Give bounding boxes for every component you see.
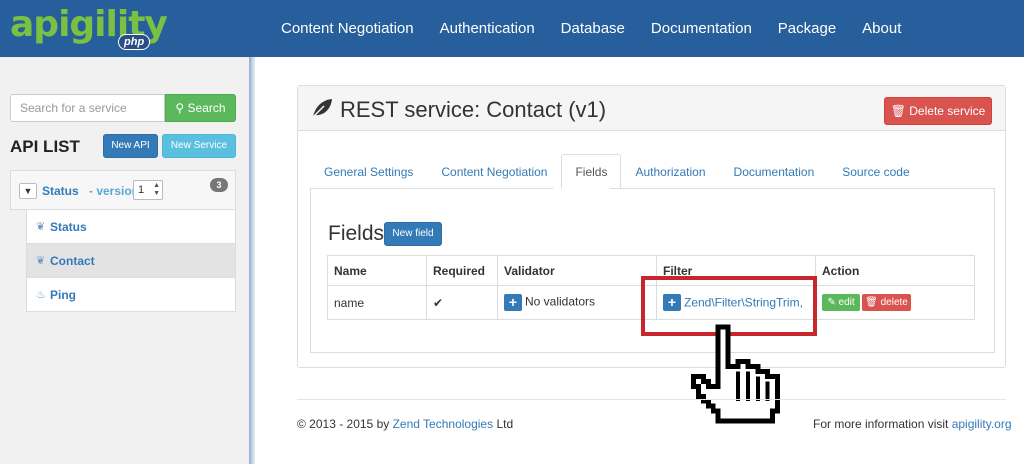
panel-header: REST service: Contact (v1) 🗑 Delete serv… [298, 86, 1005, 131]
sidebar-item-status[interactable]: ❦ Status [26, 210, 236, 244]
search-button[interactable]: ⚲ Search [165, 94, 236, 122]
tab-fields[interactable]: Fields [561, 154, 622, 189]
fields-heading: Fields [328, 222, 385, 245]
service-list: ❦ Status ❦ Contact ♨ Ping [26, 210, 236, 312]
chevron-down-icon[interactable]: ▼ [19, 183, 37, 199]
tab-authorization[interactable]: Authorization [621, 154, 719, 189]
leaf-icon: ❦ [36, 221, 46, 233]
service-tabs: General Settings Content Negotiation Fie… [310, 154, 924, 189]
delete-service-label: Delete service [909, 104, 986, 118]
zend-link[interactable]: Zend Technologies [393, 417, 494, 431]
nav-package[interactable]: Package [765, 0, 849, 57]
nav-authentication[interactable]: Authentication [427, 0, 548, 57]
search-icon: ⚲ [175, 101, 185, 115]
tab-content-negotiation[interactable]: Content Negotiation [427, 154, 561, 189]
footer-info: For more information visit apigility.org [813, 417, 1012, 431]
logo-php-badge: php [118, 34, 151, 50]
column-header-name: Name [327, 255, 427, 286]
tab-source-code[interactable]: Source code [828, 154, 923, 189]
service-count-badge: 3 [210, 178, 228, 192]
delete-field-button[interactable]: 🗑 delete [862, 294, 911, 311]
add-validator-button[interactable]: + [504, 294, 522, 311]
footer-copyright: © 2013 - 2015 by Zend Technologies Ltd [297, 417, 514, 431]
sidebar-item-ping[interactable]: ♨ Ping [26, 278, 236, 312]
footer-divider [297, 399, 1006, 400]
api-item-status[interactable]: ▼ Status - version 1 ▲ ▼ 3 [10, 170, 236, 210]
delete-service-button[interactable]: 🗑 Delete service [884, 97, 992, 125]
field-name-cell: name [327, 285, 427, 320]
column-header-action: Action [815, 255, 975, 286]
validator-cell: + No validators [497, 285, 657, 320]
apigility-logo[interactable]: apigility php [10, 4, 170, 54]
hand-pointer-icon [690, 324, 781, 424]
top-navbar: apigility php Content Negotiation Authen… [0, 0, 1024, 57]
api-name[interactable]: Status [42, 184, 79, 198]
sidebar-item-label: Status [50, 220, 87, 234]
api-list-title: API LIST [10, 137, 80, 156]
api-version-label: - version [89, 184, 140, 198]
new-service-button[interactable]: New Service [162, 134, 236, 158]
nav-about[interactable]: About [849, 0, 914, 57]
sidebar-item-label: Contact [50, 254, 95, 268]
version-select[interactable]: 1 ▲ ▼ [133, 180, 163, 200]
edit-field-button[interactable]: ✎ edit [822, 294, 860, 311]
leaf-icon: ❦ [36, 255, 46, 267]
pencil-icon: ✎ [827, 297, 836, 308]
apigility-link[interactable]: apigility.org [952, 417, 1012, 431]
trash-icon: 🗑 [890, 104, 906, 118]
sidebar-item-label: Ping [50, 288, 76, 302]
nav-content-negotiation[interactable]: Content Negotiation [268, 0, 427, 57]
new-field-button[interactable]: New field [384, 222, 442, 246]
column-header-required: Required [426, 255, 498, 286]
tab-general-settings[interactable]: General Settings [310, 154, 427, 189]
search-button-label: Search [187, 101, 226, 115]
action-cell: ✎ edit 🗑 delete [815, 285, 975, 320]
trash-icon: 🗑 [865, 297, 878, 308]
fire-icon: ♨ [36, 289, 46, 301]
sidebar-item-contact[interactable]: ❦ Contact [26, 244, 236, 278]
leaf-icon [311, 99, 332, 119]
validator-text: No validators [525, 294, 596, 309]
tab-documentation[interactable]: Documentation [720, 154, 829, 189]
main-nav: Content Negotiation Authentication Datab… [268, 0, 914, 57]
page-title: REST service: Contact (v1) [340, 97, 607, 122]
new-api-button[interactable]: New API [103, 134, 158, 158]
nav-documentation[interactable]: Documentation [638, 0, 765, 57]
select-arrows-icon: ▲ ▼ [153, 182, 160, 197]
sidebar-divider [251, 57, 255, 464]
search-input[interactable]: Search for a service [10, 94, 165, 122]
sidebar: Search for a service ⚲ Search API LIST N… [0, 57, 251, 464]
required-check-icon: ✔ [426, 285, 498, 320]
nav-database[interactable]: Database [548, 0, 638, 57]
column-header-validator: Validator [497, 255, 657, 286]
